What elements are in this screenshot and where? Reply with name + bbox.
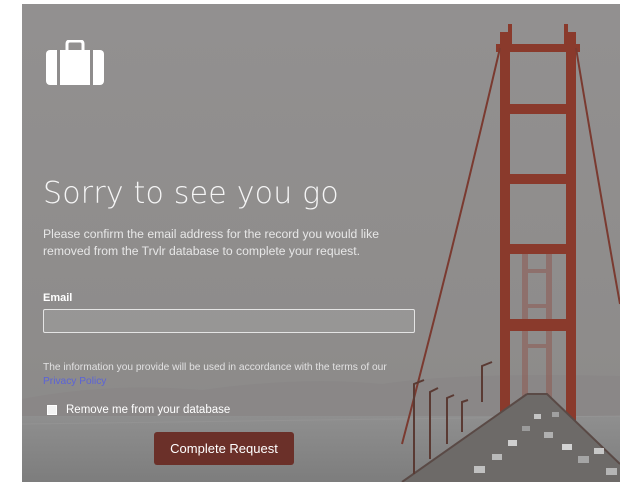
privacy-notice: The information you provide will be used… xyxy=(43,361,403,389)
content-panel: Sorry to see you go Please confirm the e… xyxy=(22,4,620,482)
email-label: Email xyxy=(43,292,73,304)
privacy-policy-link[interactable]: Privacy Policy xyxy=(43,376,106,387)
email-field[interactable] xyxy=(43,309,415,333)
page-title: Sorry to see you go xyxy=(43,176,339,211)
description-text: Please confirm the email address for the… xyxy=(43,227,379,258)
remove-checkbox-row[interactable]: Remove me from your database xyxy=(47,404,230,416)
page-frame: Sorry to see you go Please confirm the e… xyxy=(22,4,620,482)
complete-request-button[interactable]: Complete Request xyxy=(154,432,294,465)
privacy-notice-text: The information you provide will be used… xyxy=(43,362,387,373)
remove-checkbox-label[interactable]: Remove me from your database xyxy=(66,404,230,416)
remove-checkbox[interactable] xyxy=(47,405,57,415)
suitcase-icon xyxy=(45,39,105,86)
